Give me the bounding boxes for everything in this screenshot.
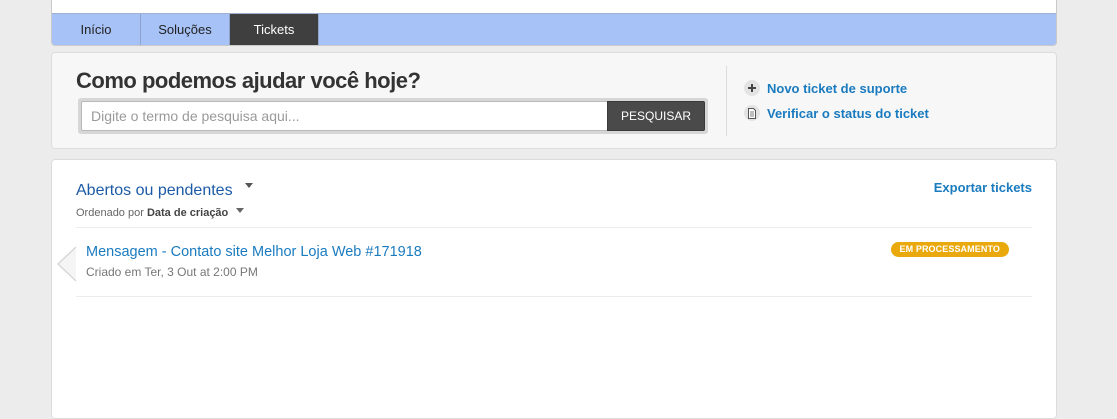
ticket-filter-dropdown[interactable]: Abertos ou pendentes xyxy=(76,182,254,200)
top-header: Início Soluções Tickets xyxy=(51,0,1057,46)
sort-value[interactable]: Data de criação xyxy=(147,207,228,219)
tickets-panel: Abertos ou pendentes Ordenado por Data d… xyxy=(51,159,1057,419)
search-input[interactable] xyxy=(81,101,607,131)
divider xyxy=(76,296,1032,297)
document-icon xyxy=(744,105,760,121)
chevron-down-icon xyxy=(245,183,254,189)
ticket-subject-link[interactable]: Mensagem - Contato site Melhor Loja Web … xyxy=(86,244,422,260)
new-ticket-link[interactable]: Novo ticket de suporte xyxy=(744,80,907,96)
search-heading: Como podemos ajudar você hoje? xyxy=(76,68,421,93)
vertical-divider xyxy=(726,66,727,136)
new-ticket-label: Novo ticket de suporte xyxy=(767,80,908,96)
export-tickets-link[interactable]: Exportar tickets xyxy=(934,180,1032,195)
tab-bar: Início Soluções Tickets xyxy=(52,13,1056,45)
search-bar: PESQUISAR xyxy=(78,98,708,134)
sort-selector: Ordenado por Data de criação xyxy=(76,207,245,219)
tab-inicio[interactable]: Início xyxy=(52,14,141,45)
status-badge: EM PROCESSAMENTO xyxy=(890,242,1009,257)
divider xyxy=(76,227,1032,228)
chevron-down-icon[interactable] xyxy=(236,207,245,213)
ticket-created-date: Criado em Ter, 3 Out at 2:00 PM xyxy=(86,265,258,279)
search-button[interactable]: PESQUISAR xyxy=(607,101,705,131)
plus-icon xyxy=(744,80,760,96)
ticket-filter-label: Abertos ou pendentes xyxy=(76,182,233,199)
check-status-label: Verificar o status do ticket xyxy=(767,105,929,121)
sort-prefix: Ordenado por xyxy=(76,207,144,219)
check-status-link[interactable]: Verificar o status do ticket xyxy=(744,105,929,121)
tab-tickets[interactable]: Tickets xyxy=(230,14,319,45)
tab-solucoes[interactable]: Soluções xyxy=(141,14,230,45)
row-pointer-icon xyxy=(56,246,77,282)
search-panel: Como podemos ajudar você hoje? PESQUISAR… xyxy=(51,52,1057,149)
